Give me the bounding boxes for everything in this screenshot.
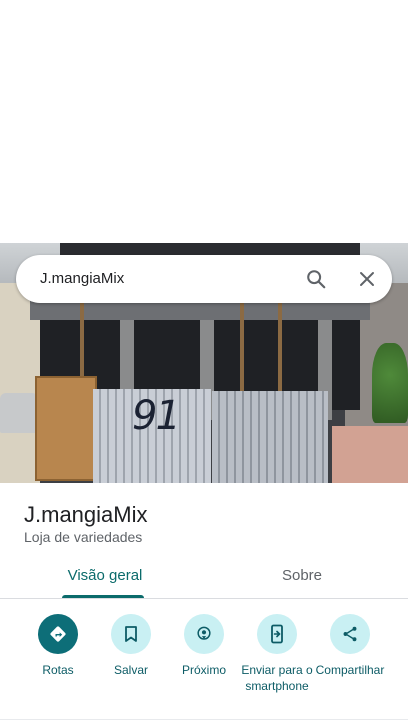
place-title: J.mangiaMix [24,502,148,527]
search-icon[interactable] [302,265,330,293]
share-button[interactable]: Compartilhar [311,614,389,678]
photo-metal-sheet [212,391,328,483]
nearby-label: Próximo [181,663,226,677]
place-category: Loja de variedades [24,529,143,545]
directions-label: Rotas [42,663,74,677]
map-blank-area [0,0,408,243]
share-icon[interactable] [330,614,370,654]
search-query[interactable]: J.mangiaMix [40,270,124,287]
directions-icon[interactable] [38,614,78,654]
bookmark-icon[interactable] [111,614,151,654]
send-to-phone-button[interactable]: Enviar para o smartphone [238,614,316,694]
photo-wall [332,426,408,483]
tabs-divider [0,598,408,599]
share-label: Compartilhar [315,663,385,677]
tab-about[interactable]: Sobre [242,567,362,599]
send-to-phone-label: Enviar para o smartphone [241,663,313,693]
nearby-icon[interactable] [184,614,224,654]
photo-house-number: 91 [132,393,181,439]
bottom-divider [0,719,408,720]
photo-car [0,393,38,433]
search-bar[interactable]: J.mangiaMix [16,255,392,303]
photo-wood-panel [35,376,97,481]
save-label: Salvar [113,663,148,677]
photo-tree [372,343,408,423]
nearby-button[interactable]: Próximo [165,614,243,678]
save-button[interactable]: Salvar [92,614,170,678]
directions-button[interactable]: Rotas [19,614,97,678]
send-to-phone-icon[interactable] [257,614,297,654]
close-icon[interactable] [353,265,381,293]
